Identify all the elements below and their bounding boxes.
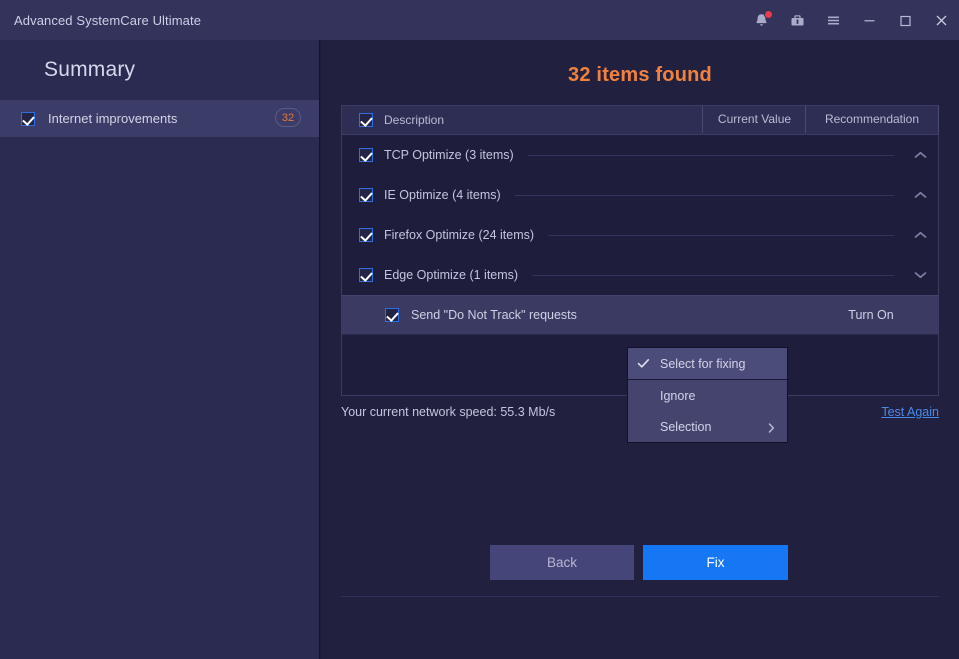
select-all-checkbox[interactable] <box>359 113 373 127</box>
group-rule <box>514 194 894 196</box>
title-bar: Advanced SystemCare Ultimate <box>0 0 959 40</box>
chevron-up-icon[interactable] <box>908 191 932 199</box>
back-button[interactable]: Back <box>490 545 634 580</box>
group-checkbox[interactable] <box>359 148 373 162</box>
chevron-down-icon[interactable] <box>908 271 932 279</box>
group-checkbox[interactable] <box>359 268 373 282</box>
chevron-up-icon[interactable] <box>908 151 932 159</box>
test-again-link[interactable]: Test Again <box>881 405 939 419</box>
table-header-row: Description Current Value Recommendation <box>342 106 939 135</box>
group-label: IE Optimize (4 items) <box>384 188 501 202</box>
application-window: Advanced SystemCare Ultimate Summary Int… <box>0 0 959 659</box>
group-checkbox[interactable] <box>359 188 373 202</box>
window-title: Advanced SystemCare Ultimate <box>14 12 202 28</box>
group-label: Firefox Optimize (24 items) <box>384 228 535 242</box>
column-header-description: Description <box>384 113 445 127</box>
notifications-bell-button[interactable] <box>743 0 779 40</box>
table-group-row[interactable]: TCP Optimize (3 items) <box>342 135 938 175</box>
notification-badge-dot <box>764 10 773 19</box>
sidebar-item-checkbox[interactable] <box>21 111 35 126</box>
check-icon <box>628 358 658 369</box>
close-button[interactable] <box>923 0 959 40</box>
network-speed-text: Your current network speed: 55.3 Mb/s <box>341 405 556 419</box>
context-menu-item-label: Selection <box>660 419 712 434</box>
results-table: Description Current Value Recommendation… <box>341 105 939 443</box>
sidebar-item-count-badge: 32 <box>275 108 301 127</box>
table-group-row[interactable]: IE Optimize (4 items) <box>342 175 938 215</box>
context-menu-item-label: Select for fixing <box>660 356 746 371</box>
group-checkbox[interactable] <box>359 228 373 242</box>
group-rule <box>527 154 894 156</box>
context-menu: Select for fixing Ignore Selection <box>627 347 788 443</box>
footer-divider <box>341 596 939 597</box>
row-recommendation: Turn On <box>848 308 894 322</box>
context-menu-item-select-for-fixing[interactable]: Select for fixing <box>628 348 787 380</box>
context-menu-item-ignore[interactable]: Ignore <box>628 380 787 411</box>
context-menu-item-label: Ignore <box>660 388 696 403</box>
row-description: Send "Do Not Track" requests <box>411 308 577 322</box>
fix-button[interactable]: Fix <box>643 545 788 580</box>
column-header-recommendation: Recommendation <box>805 106 939 133</box>
column-header-current-value: Current Value <box>702 106 806 133</box>
maximize-button[interactable] <box>887 0 923 40</box>
context-menu-item-selection[interactable]: Selection <box>628 411 787 442</box>
sidebar-title: Summary <box>44 58 136 81</box>
main-panel: 32 items found Description Current Value… <box>321 40 959 659</box>
table-row[interactable]: Send "Do Not Track" requests Turn On <box>342 295 938 335</box>
sidebar: Summary Internet improvements 32 <box>0 40 320 659</box>
chevron-right-icon <box>768 422 775 436</box>
sidebar-item-label: Internet improvements <box>48 111 178 126</box>
table-group-row[interactable]: Firefox Optimize (24 items) <box>342 215 938 255</box>
row-checkbox[interactable] <box>385 308 399 322</box>
group-label: TCP Optimize (3 items) <box>384 148 514 162</box>
toolbox-button[interactable] <box>779 0 815 40</box>
minimize-button[interactable] <box>851 0 887 40</box>
group-label: Edge Optimize (1 items) <box>384 268 519 282</box>
group-rule <box>532 274 894 276</box>
chevron-up-icon[interactable] <box>908 231 932 239</box>
sidebar-item-internet-improvements[interactable]: Internet improvements 32 <box>0 100 319 137</box>
items-found-heading: 32 items found <box>568 64 712 86</box>
group-rule <box>548 234 894 236</box>
table-group-row[interactable]: Edge Optimize (1 items) <box>342 255 938 295</box>
menu-button[interactable] <box>815 0 851 40</box>
